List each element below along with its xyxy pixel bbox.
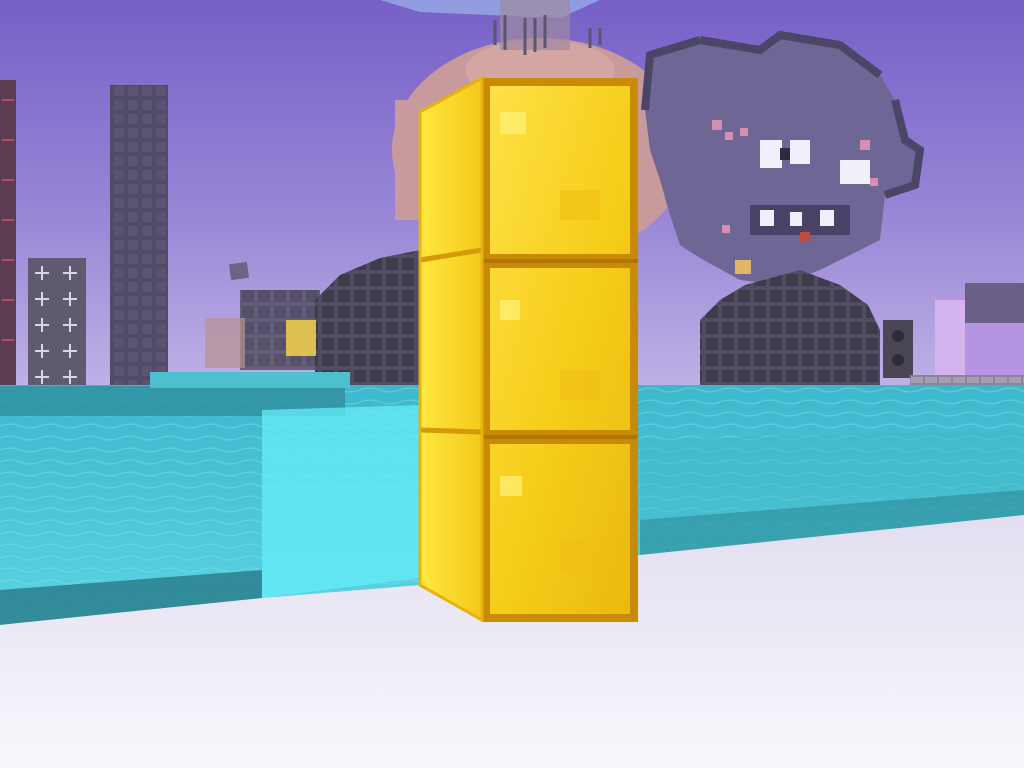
scene-canvas bbox=[0, 0, 1024, 768]
water-glass-block bbox=[262, 405, 420, 598]
cross-pattern-building bbox=[28, 258, 86, 386]
gold-block-pillar bbox=[418, 75, 638, 623]
game-viewport[interactable] bbox=[0, 0, 1024, 768]
speaker-block bbox=[883, 320, 913, 378]
lavender-building bbox=[935, 282, 1024, 385]
tall-stone-tower bbox=[110, 85, 168, 385]
red-building bbox=[0, 80, 16, 390]
floating-block bbox=[228, 261, 250, 281]
